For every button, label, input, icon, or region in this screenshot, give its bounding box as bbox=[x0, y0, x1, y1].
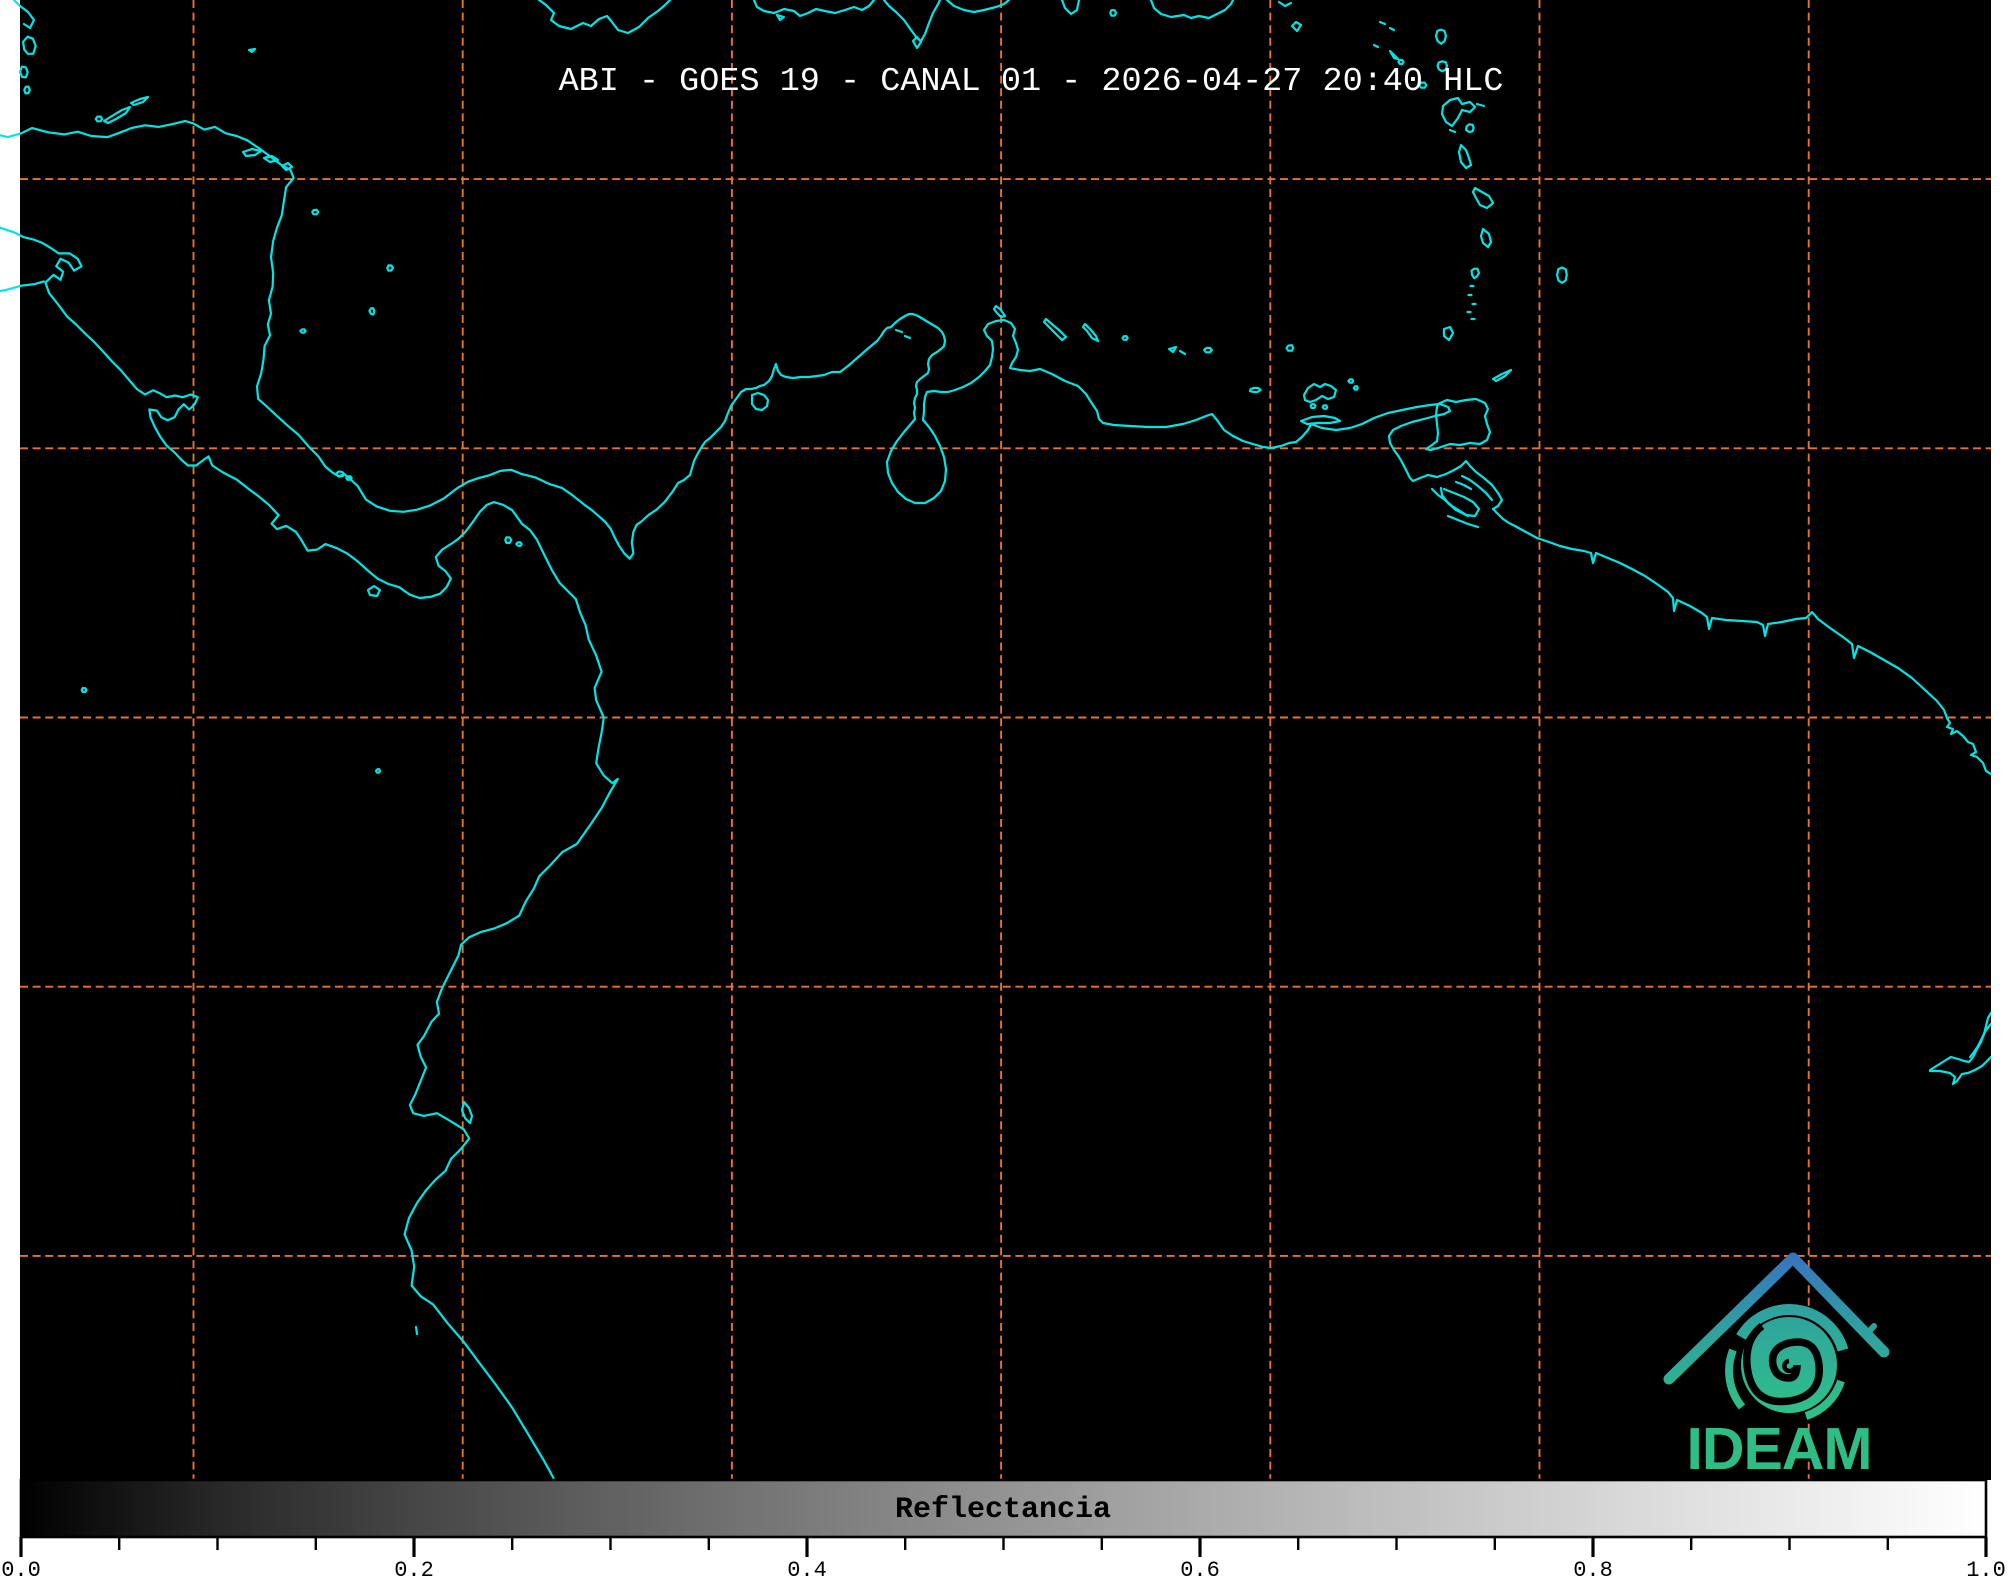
svg-text:0.8: 0.8 bbox=[1573, 1558, 1613, 1577]
svg-text:0.6: 0.6 bbox=[1180, 1558, 1220, 1577]
svg-text:0.4: 0.4 bbox=[787, 1558, 827, 1577]
svg-text:0.2: 0.2 bbox=[394, 1558, 434, 1577]
svg-text:ABI - GOES 19 - CANAL 01 - 202: ABI - GOES 19 - CANAL 01 - 2026-04-27 20… bbox=[559, 63, 1504, 101]
svg-text:Reflectancia: Reflectancia bbox=[895, 1493, 1111, 1527]
svg-text:IDEAM: IDEAM bbox=[1686, 1416, 1871, 1482]
svg-text:1.0: 1.0 bbox=[1966, 1558, 2006, 1577]
svg-text:0.0: 0.0 bbox=[1, 1558, 41, 1577]
